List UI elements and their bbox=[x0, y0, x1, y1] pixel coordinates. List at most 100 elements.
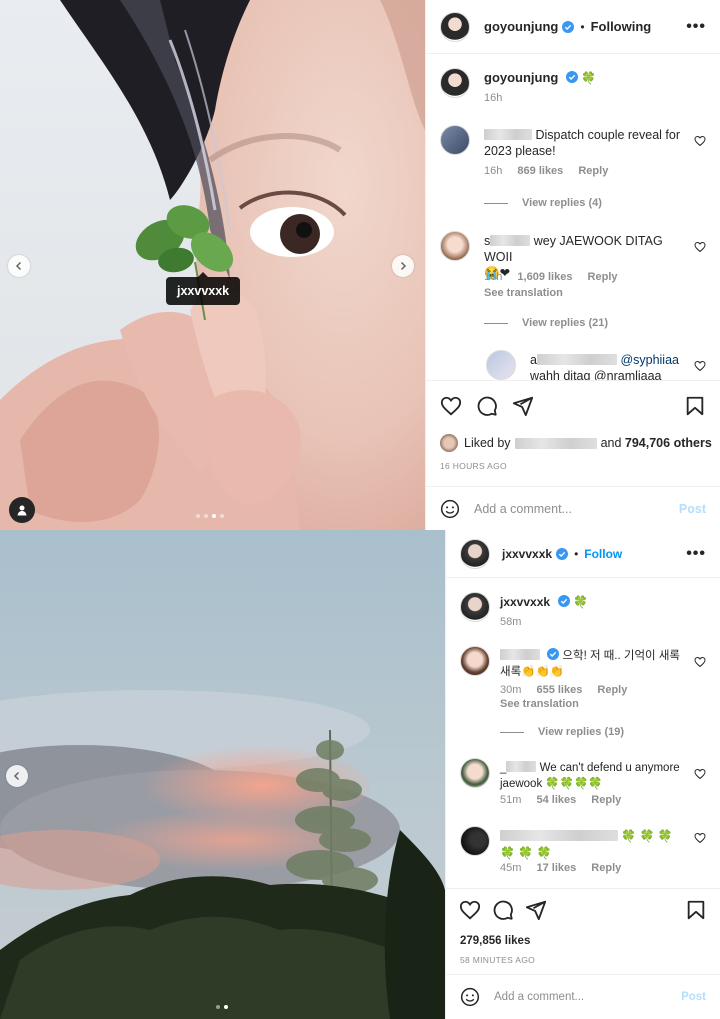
comments-list: goyounjung 🍀 16h Dispatch couple reveal … bbox=[426, 54, 720, 380]
share-send-icon[interactable] bbox=[512, 395, 534, 417]
prev-slide-button[interactable] bbox=[6, 765, 28, 787]
heart-icon[interactable] bbox=[694, 241, 706, 253]
reply-button[interactable]: Reply bbox=[591, 862, 621, 874]
avatar[interactable] bbox=[460, 826, 490, 856]
post-author-username[interactable]: goyounjung bbox=[484, 19, 558, 34]
caption-text: 🍀 bbox=[581, 71, 597, 85]
see-translation-button[interactable]: See translation bbox=[484, 287, 563, 299]
caption-text: 🍀 bbox=[573, 595, 588, 609]
comment-likes[interactable]: 54 likes bbox=[536, 794, 576, 806]
view-replies-button[interactable]: View replies (19) bbox=[500, 726, 624, 738]
comment-likes[interactable]: 869 likes bbox=[517, 165, 563, 177]
carousel-dots bbox=[216, 1005, 228, 1009]
reply-username-prefix[interactable]: a bbox=[530, 353, 537, 367]
liked-by-mid: and bbox=[600, 436, 622, 450]
likes-count[interactable]: 794,706 others bbox=[625, 436, 712, 450]
post-comment-button[interactable]: Post bbox=[679, 502, 706, 516]
save-bookmark-icon[interactable] bbox=[685, 899, 707, 921]
comment-bubble-icon[interactable] bbox=[492, 899, 514, 921]
blurred-username bbox=[514, 437, 597, 449]
see-translation-button[interactable]: See translation bbox=[500, 698, 579, 710]
avatar[interactable] bbox=[440, 125, 470, 155]
caption-time: 16h bbox=[484, 92, 503, 104]
reply-text: wahh ditag @nramliaaa bbox=[530, 369, 662, 380]
comment-input[interactable] bbox=[474, 501, 679, 516]
chevron-right-icon bbox=[400, 261, 407, 271]
caption-username[interactable]: jxxvvxxk bbox=[500, 595, 550, 609]
save-bookmark-icon[interactable] bbox=[684, 395, 706, 417]
verified-badge-icon bbox=[547, 648, 560, 660]
tagged-users-button[interactable] bbox=[9, 497, 35, 523]
following-button[interactable]: Following bbox=[591, 19, 652, 34]
heart-icon[interactable] bbox=[694, 656, 706, 668]
heart-icon[interactable] bbox=[694, 360, 706, 372]
liked-by-prefix: Liked by bbox=[464, 436, 511, 450]
user-tag-label[interactable]: jxxvvxxk bbox=[166, 272, 241, 305]
post-1-header: goyounjung • Following ••• bbox=[426, 0, 720, 54]
avatar[interactable] bbox=[460, 592, 490, 622]
carousel-dots bbox=[196, 514, 224, 518]
comment-time: 51m bbox=[500, 794, 522, 806]
avatar[interactable] bbox=[440, 68, 470, 98]
post-comment-button[interactable]: Post bbox=[681, 991, 706, 1003]
caption-username[interactable]: goyounjung bbox=[484, 70, 558, 85]
reply-button[interactable]: Reply bbox=[588, 271, 618, 283]
post-card-2: jxxvvxxk • Follow ••• jxxvvxxk 🍀 58m 으학!… bbox=[0, 530, 720, 1019]
heart-icon[interactable] bbox=[694, 768, 706, 780]
more-options-button[interactable]: ••• bbox=[686, 18, 706, 36]
comments-list: jxxvvxxk 🍀 58m 으학! 저 때.. 기억이 새록새록👏👏👏 30m… bbox=[446, 578, 720, 888]
reply-button[interactable]: Reply bbox=[578, 165, 608, 177]
comment-bubble-icon[interactable] bbox=[476, 395, 498, 417]
liker-avatar[interactable] bbox=[440, 434, 458, 452]
more-options-button[interactable]: ••• bbox=[686, 545, 706, 563]
share-send-icon[interactable] bbox=[525, 899, 547, 921]
likes-count[interactable]: 279,856 likes bbox=[460, 935, 530, 947]
post-author-username[interactable]: jxxvvxxk bbox=[502, 547, 552, 561]
prev-slide-button[interactable] bbox=[8, 255, 30, 277]
blurred-username bbox=[484, 129, 532, 140]
avatar[interactable] bbox=[460, 758, 490, 788]
comment-likes[interactable]: 655 likes bbox=[536, 684, 582, 696]
post-1-actions: Liked by and 794,706 others 16 HOURS AGO bbox=[426, 380, 720, 486]
likes-summary: 279,856 likes bbox=[460, 935, 530, 947]
follow-button[interactable]: Follow bbox=[584, 547, 622, 561]
add-comment-bar: Post bbox=[446, 974, 720, 1019]
comment-likes[interactable]: 17 likes bbox=[536, 862, 576, 874]
post-1-photo[interactable]: jxxvvxxk bbox=[0, 0, 425, 530]
emoji-smiley-icon[interactable] bbox=[460, 987, 480, 1007]
blurred-username bbox=[500, 830, 618, 841]
comment-time: 16h bbox=[484, 165, 503, 177]
view-replies-button[interactable]: View replies (21) bbox=[484, 317, 608, 329]
post-2-actions: 279,856 likes 58 MINUTES AGO bbox=[446, 888, 720, 974]
blurred-username bbox=[490, 235, 531, 246]
comment-likes[interactable]: 1,609 likes bbox=[517, 271, 572, 283]
avatar[interactable] bbox=[460, 538, 490, 569]
reply-button[interactable]: Reply bbox=[597, 684, 627, 696]
heart-icon[interactable] bbox=[694, 135, 706, 147]
heart-icon[interactable] bbox=[694, 832, 706, 844]
avatar[interactable] bbox=[486, 350, 516, 380]
next-slide-button[interactable] bbox=[392, 255, 414, 277]
post-timestamp[interactable]: 16 HOURS AGO bbox=[440, 461, 507, 471]
like-heart-icon[interactable] bbox=[459, 899, 481, 921]
blurred-username bbox=[506, 761, 537, 772]
emoji-smiley-icon[interactable] bbox=[440, 499, 460, 519]
verified-badge-icon bbox=[565, 71, 578, 83]
post-timestamp[interactable]: 58 MINUTES AGO bbox=[460, 955, 535, 965]
mention-link[interactable]: @syphiiaa bbox=[620, 353, 679, 367]
chevron-left-icon bbox=[15, 261, 22, 271]
avatar[interactable] bbox=[440, 231, 470, 261]
comment-time: 45m bbox=[500, 862, 522, 874]
avatar[interactable] bbox=[440, 11, 470, 42]
view-replies-button[interactable]: View replies (4) bbox=[484, 197, 602, 209]
blurred-username bbox=[536, 354, 617, 365]
separator-dot: • bbox=[574, 546, 579, 561]
photo-clover-face bbox=[0, 0, 425, 530]
post-2-header: jxxvvxxk • Follow ••• bbox=[446, 530, 720, 578]
verified-badge-icon bbox=[556, 547, 569, 560]
post-2-photo[interactable] bbox=[0, 530, 445, 1019]
reply-button[interactable]: Reply bbox=[591, 794, 621, 806]
comment-input[interactable] bbox=[494, 991, 682, 1003]
like-heart-icon[interactable] bbox=[440, 395, 462, 417]
avatar[interactable] bbox=[460, 646, 490, 676]
